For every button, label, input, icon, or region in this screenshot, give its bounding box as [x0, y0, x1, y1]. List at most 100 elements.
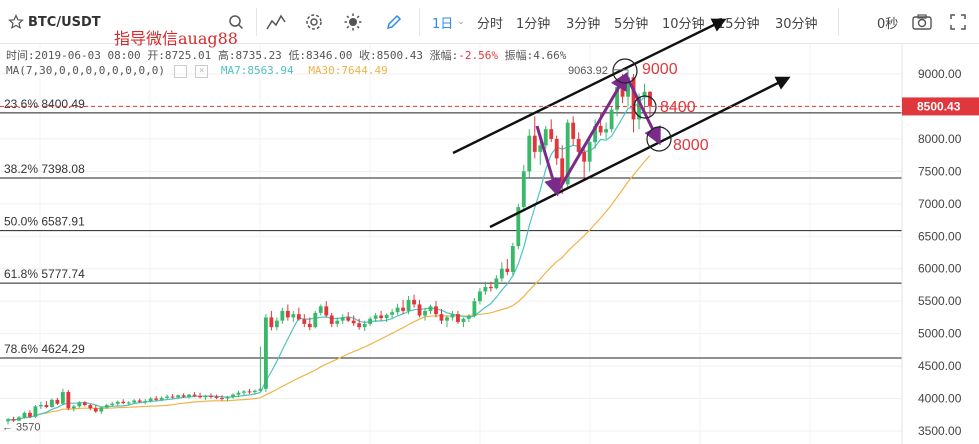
candle-body [395, 307, 400, 313]
candle-body [532, 135, 537, 152]
candle-body [132, 400, 137, 403]
candle-body [598, 125, 603, 133]
candle-body [450, 314, 455, 318]
candle-body [329, 315, 334, 324]
candle-body [499, 268, 504, 279]
candle-body [187, 394, 191, 397]
candle-body [258, 388, 263, 391]
candle-body [362, 323, 367, 328]
candle-body [505, 268, 510, 272]
channel-upper-line [452, 18, 727, 155]
candle-body [126, 402, 131, 404]
watermark-text: 指导微信auag88 [114, 29, 238, 48]
candle-body [209, 395, 213, 397]
candle-body [373, 315, 378, 319]
ohlc-time: 时间:2019-06-03 08:00 [6, 49, 141, 62]
candle-body [521, 171, 526, 208]
candle-body [648, 91, 652, 107]
y-axis-tick-label: 9000.00 [918, 67, 962, 81]
candle-body [274, 320, 279, 328]
candle-body [115, 401, 120, 404]
candle-body [154, 398, 159, 400]
price-annotation-label: 9000 [642, 61, 678, 78]
ohlc-amplitude: 振幅:4.66% [504, 49, 567, 62]
candle-body [203, 395, 208, 398]
candle-body [527, 135, 532, 172]
candle-body [170, 396, 175, 398]
candle-body [439, 314, 444, 321]
trend-arrow-down [624, 74, 661, 146]
candle-body [483, 286, 488, 292]
y-axis-tick-label: 3500.00 [918, 424, 962, 438]
candle-body [587, 142, 592, 162]
candle-body [137, 400, 142, 402]
candle-body [445, 317, 449, 321]
candle-body [604, 129, 609, 133]
candle-body [467, 316, 471, 319]
candle-body [77, 402, 82, 407]
candle-body [39, 405, 43, 407]
candle-body [247, 391, 252, 393]
candle-body [406, 299, 411, 311]
candle-body [263, 317, 268, 389]
price-annotation-label: 8400 [660, 99, 696, 116]
candle-body [401, 307, 405, 311]
candle-body [192, 394, 197, 396]
candle-body [66, 392, 71, 409]
ohlc-legend: 时间:2019-06-03 08:00 开:8725.01 高:8735.23 … [6, 47, 566, 63]
candle-body [11, 419, 16, 421]
candle-body [302, 319, 307, 324]
candle-body [351, 320, 356, 324]
candle-body [253, 390, 257, 393]
candle-body [307, 323, 312, 328]
candle-body [231, 394, 235, 398]
candle-body [296, 314, 301, 320]
candle-body [384, 314, 389, 319]
candle-body [55, 399, 60, 404]
candle-body [176, 395, 181, 398]
candle-body [417, 304, 422, 316]
candle-body [582, 151, 587, 162]
candle-body [609, 109, 614, 130]
candle-body [242, 391, 246, 393]
candle-body [44, 405, 49, 407]
candle-body [620, 86, 625, 97]
candle-body [456, 314, 460, 322]
eye-icon[interactable] [173, 64, 187, 78]
ma-params: MA(7,30,0,0,0,0,0,0,0,0) [6, 64, 165, 77]
ma-legend: MA(7,30,0,0,0,0,0,0,0,0) × MA7:8563.94 M… [6, 64, 388, 78]
y-axis-tick-label: 7000.00 [918, 197, 962, 211]
y-axis-tick-label: 6000.00 [918, 262, 962, 276]
candle-body [165, 396, 170, 398]
candle-body [93, 408, 98, 412]
fib-level-label: 50.0% 6587.91 [4, 215, 85, 229]
candle-body [318, 306, 323, 313]
candle-body [434, 306, 438, 315]
candle-body [159, 397, 164, 400]
ohlc-high: 高:8735.23 [217, 49, 282, 62]
candle-body [324, 306, 329, 316]
candle-body [390, 312, 395, 315]
candle-body [335, 320, 340, 324]
candle-body [291, 314, 296, 318]
ma7-value: MA7:8563.94 [220, 64, 294, 77]
candle-body [576, 138, 581, 152]
candle-body [269, 317, 274, 328]
close-icon[interactable]: × [195, 64, 209, 78]
candle-body [121, 401, 126, 404]
ohlc-close: 收:8500.43 [359, 49, 424, 62]
candle-body [236, 392, 241, 395]
candle-body [33, 406, 38, 417]
candle-body [428, 306, 433, 311]
candle-body [472, 301, 477, 317]
candle-body [22, 412, 27, 418]
fib-level-label: 78.6% 4624.29 [4, 342, 85, 356]
candle-body [220, 397, 224, 399]
candle-body [357, 323, 362, 328]
candle-body [631, 77, 636, 120]
ohlc-open: 开:8725.01 [147, 49, 212, 62]
candle-body [571, 122, 576, 139]
last-price-label: 8500.43 [917, 99, 961, 113]
fib-level-label: 23.6% 8400.49 [4, 97, 85, 111]
y-axis-tick-label: 5000.00 [918, 327, 962, 341]
